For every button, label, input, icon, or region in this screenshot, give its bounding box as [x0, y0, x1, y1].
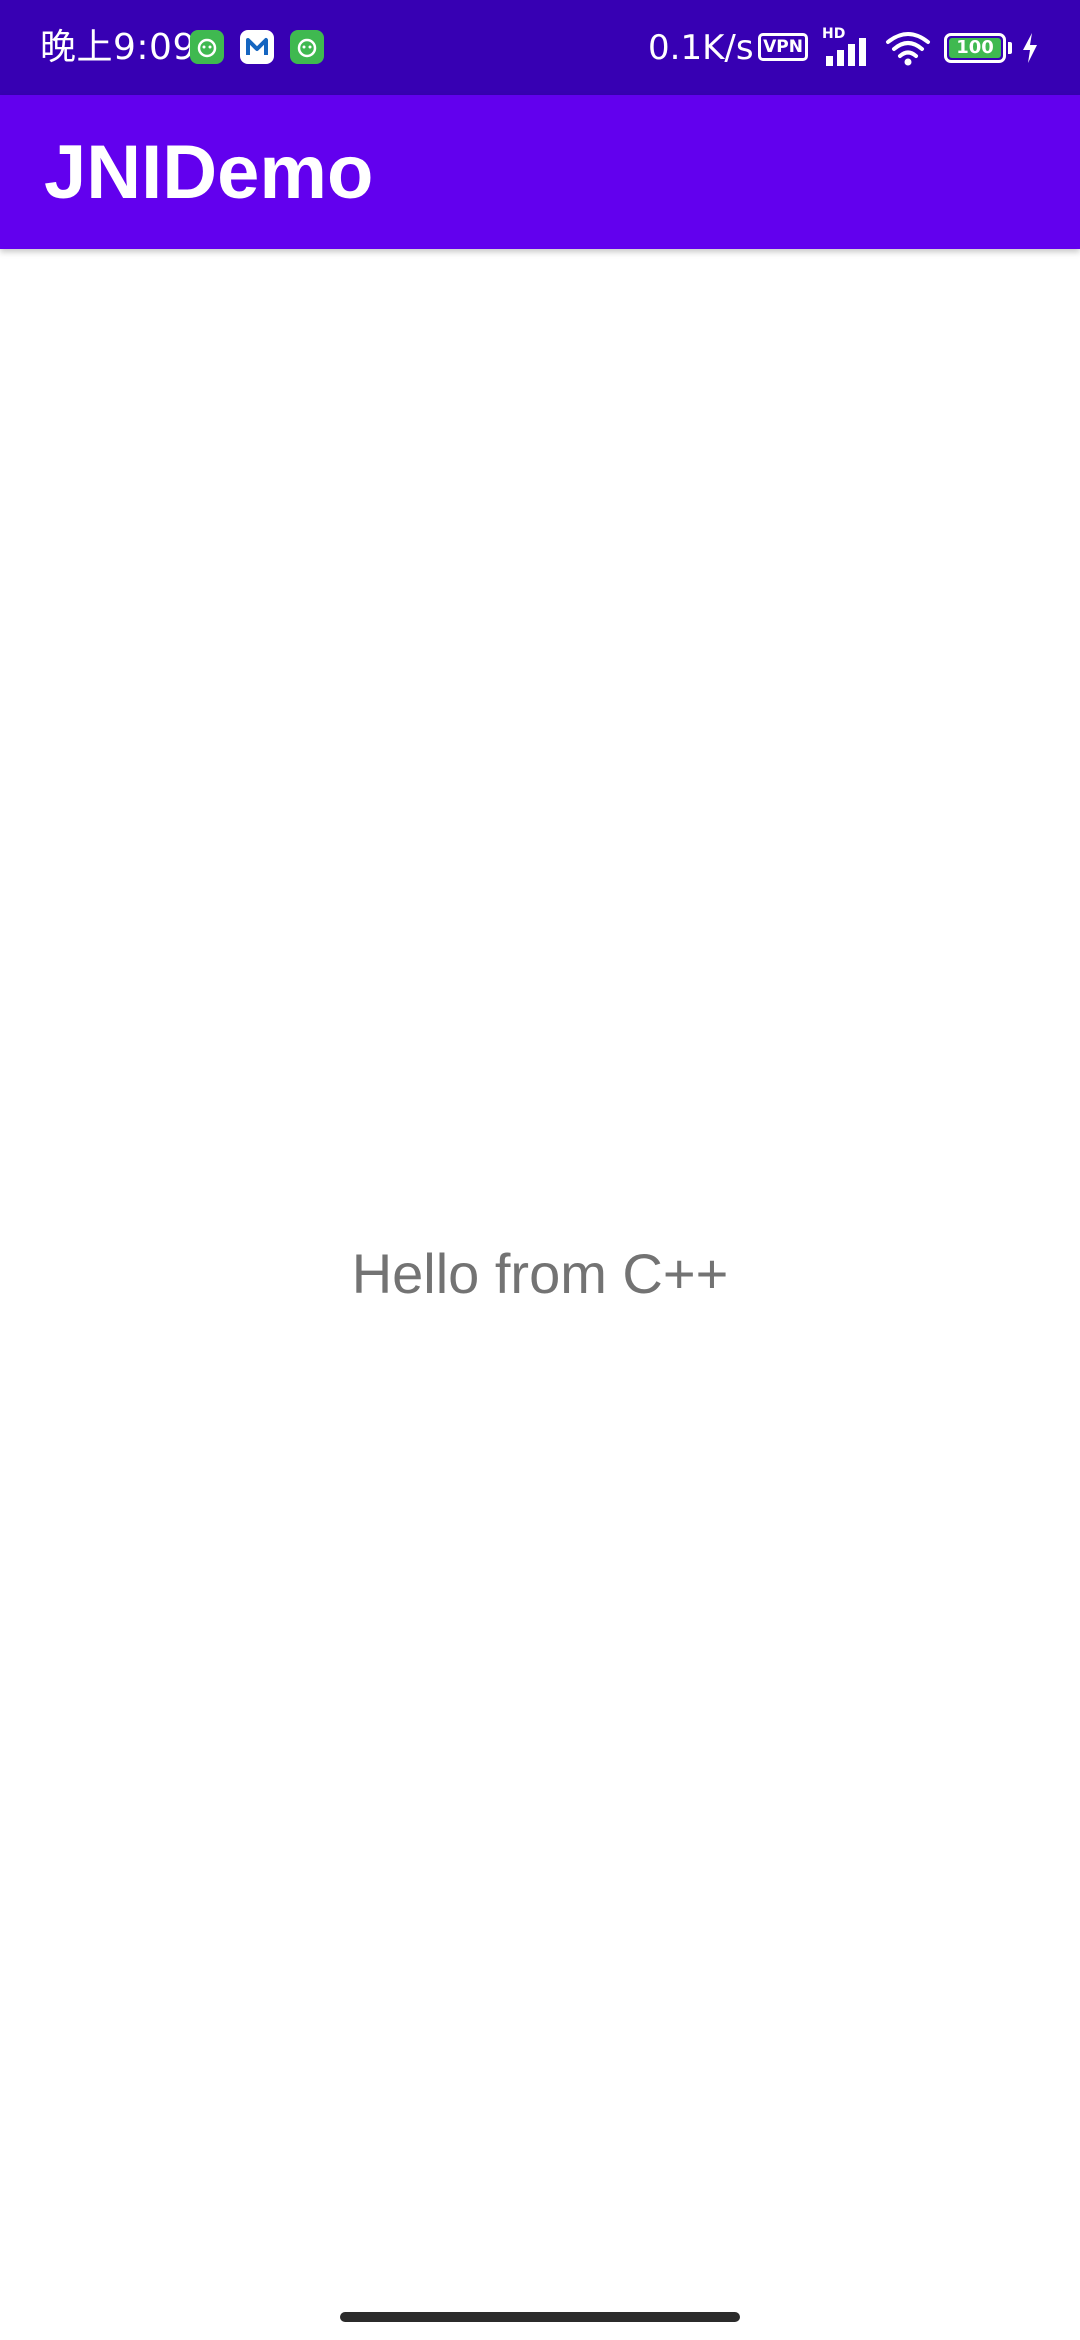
status-bar: 晚上9:09 0.1K/s VPN HD 100	[0, 0, 1080, 95]
charging-icon	[1023, 33, 1037, 63]
wifi-icon	[886, 32, 930, 66]
battery-tip	[1008, 42, 1012, 54]
hello-message: Hello from C++	[351, 1242, 729, 1305]
network-speed: 0.1K/s	[648, 28, 754, 68]
signal-icon	[826, 38, 866, 66]
app-green-icon	[290, 30, 324, 64]
status-time: 晚上9:09	[40, 27, 196, 68]
home-indicator[interactable]	[340, 2312, 740, 2322]
app-title: JNIDemo	[44, 130, 374, 215]
battery-icon: 100	[944, 33, 1006, 63]
battery-level: 100	[956, 37, 994, 58]
app-green-icon	[190, 30, 224, 64]
main-content: Hello from C++	[0, 249, 1080, 2340]
app-bar: JNIDemo	[0, 95, 1080, 249]
mail-m-icon	[240, 30, 274, 64]
vpn-badge: VPN	[758, 33, 808, 61]
